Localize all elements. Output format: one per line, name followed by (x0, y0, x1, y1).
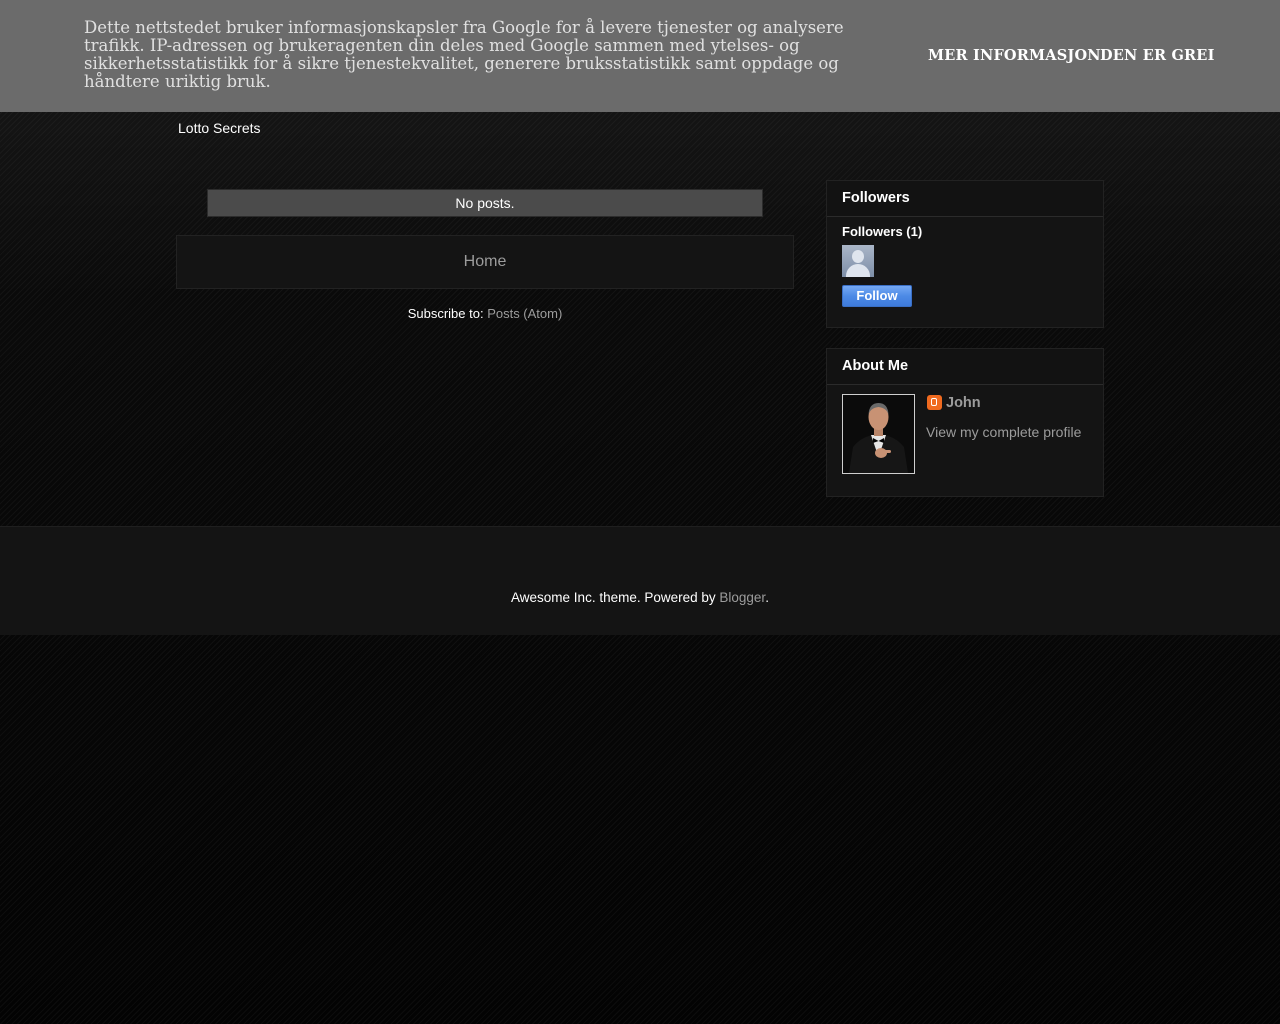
cookie-banner: Dette nettstedet bruker informasjonskaps… (0, 0, 1280, 112)
home-link[interactable]: Home (464, 253, 507, 270)
more-info-link[interactable]: MER INFORMASJON (928, 47, 1101, 64)
about-me-widget: About Me John View my complete profile (826, 348, 1104, 497)
follow-button[interactable]: Follow (842, 285, 912, 307)
subscribe-label: Subscribe to: (407, 306, 488, 321)
posts-atom-link[interactable]: Posts (Atom) (487, 306, 562, 321)
blogger-icon (927, 395, 942, 410)
footer-period: . (765, 590, 769, 605)
accept-cookies-button[interactable]: DEN ER GREI (1100, 47, 1215, 64)
blog-pager: Home (176, 235, 794, 289)
subscribe-line: Subscribe to: Posts (Atom) (176, 306, 794, 321)
profile-name-link[interactable]: John (946, 395, 981, 411)
followers-count: Followers (1) (842, 224, 923, 239)
blog-title[interactable]: Lotto Secrets (178, 120, 261, 136)
blogger-link[interactable]: Blogger (719, 590, 765, 605)
cookie-message: Dette nettstedet bruker informasjonskaps… (84, 18, 844, 91)
footer-theme-text: Awesome Inc. theme. Powered by (511, 590, 720, 605)
followers-widget: Followers Followers (1) Follow (826, 180, 1104, 328)
about-me-widget-title: About Me (827, 349, 1103, 385)
default-user-icon (852, 250, 864, 263)
no-posts-message: No posts. (207, 189, 763, 217)
profile-photo[interactable] (842, 394, 915, 474)
profile-photo-image (843, 395, 914, 473)
followers-widget-title: Followers (827, 181, 1103, 217)
footer-attribution: Awesome Inc. theme. Powered by Blogger. (0, 590, 1280, 605)
footer: Awesome Inc. theme. Powered by Blogger. (0, 526, 1280, 635)
view-profile-link[interactable]: View my complete profile (926, 424, 1081, 440)
follower-avatar[interactable] (842, 245, 874, 277)
